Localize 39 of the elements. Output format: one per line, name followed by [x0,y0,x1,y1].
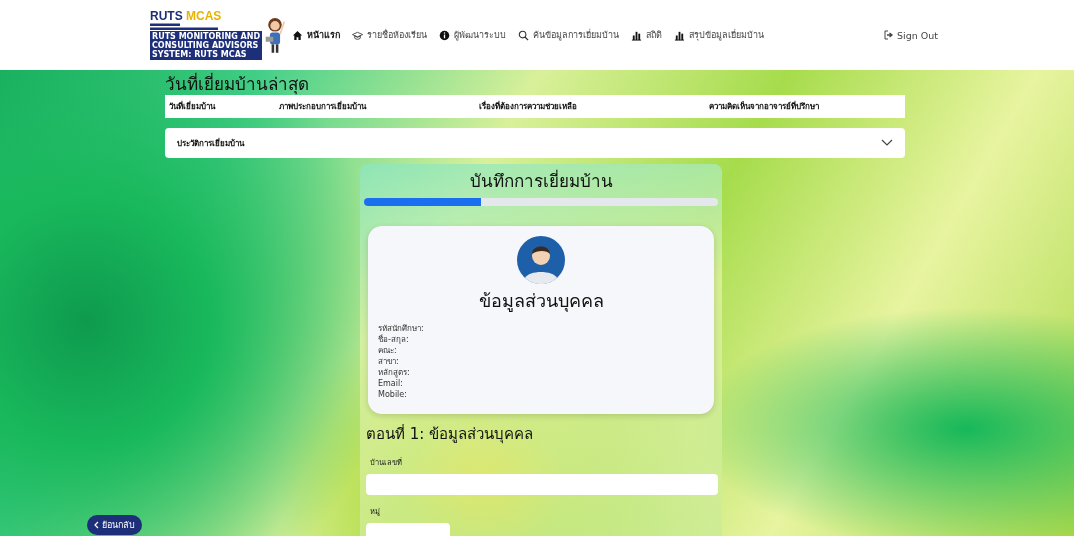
nav-link[interactable]: สถิติ [631,28,663,42]
chevron-left-icon [94,521,99,529]
form-title: บันทึกการเยี่ยมบ้าน [468,170,614,192]
column-header: วันที่เยี่ยมบ้าน [169,100,217,113]
profile-field-label: Email: [378,378,404,389]
avatar-icon [517,236,565,284]
chevron-icon [881,139,893,147]
section-title: ตอนที่ 1: ข้อมูลส่วนบุคคล [366,423,535,446]
profile-field-label: หลักสูตร: [378,367,411,378]
sign-out-link[interactable]: Sign Out [884,29,939,41]
history-accordion[interactable]: ประวัติการเยี่ยมบ้าน [165,128,905,158]
profile-field-label: ชื่อ-สกุล: [378,334,410,345]
column-header: เรื่องที่ต้องการความช่วยเหลือ [479,100,578,113]
nav-link[interactable]: หน้าแรก [292,28,341,42]
logo-text: RUTS MONITORING AND [152,32,261,41]
section-heading: วันที่เยี่ยมบ้านล่าสุด [165,73,310,95]
profile-field-label: Mobile: [378,389,408,400]
profile-field-label: สาขา: [378,356,400,367]
input-field[interactable] [366,474,718,495]
logo-text: CONSULTING ADVISORS [152,41,260,50]
sign-out-icon [884,30,895,40]
home-icon [292,29,304,41]
search-icon [518,29,530,41]
column-header: ภาพประกอบการเยี่ยมบ้าน [279,100,368,113]
graduation-cap-icon [352,29,364,41]
bar-chart-icon [674,29,686,41]
nav-link[interactable]: สรุปข้อมูลเยี่ยมบ้าน [674,28,765,42]
profile-field-label: คณะ: [378,345,398,356]
column-header: ความคิดเห็นจากอาจารย์ที่ปรึกษา [709,100,820,113]
profile-title: ข้อมูลส่วนบุคคล [477,289,605,314]
info-icon [439,29,451,41]
logo-title: RUTS MCAS [150,10,222,23]
nav-link[interactable]: รายชื่อห้องเรียน [352,28,428,42]
profile-field-label: รหัสนักศึกษา: [378,323,425,334]
nav-link[interactable]: ผู้พัฒนาระบบ [439,28,507,42]
nav-link[interactable]: ค้นข้อมูลการเยี่ยมบ้าน [518,28,620,42]
back-button[interactable]: ย้อนกลับ [87,515,142,535]
logo-text: SYSTEM: RUTS MCAS [152,50,248,59]
bar-chart-icon [631,29,643,41]
